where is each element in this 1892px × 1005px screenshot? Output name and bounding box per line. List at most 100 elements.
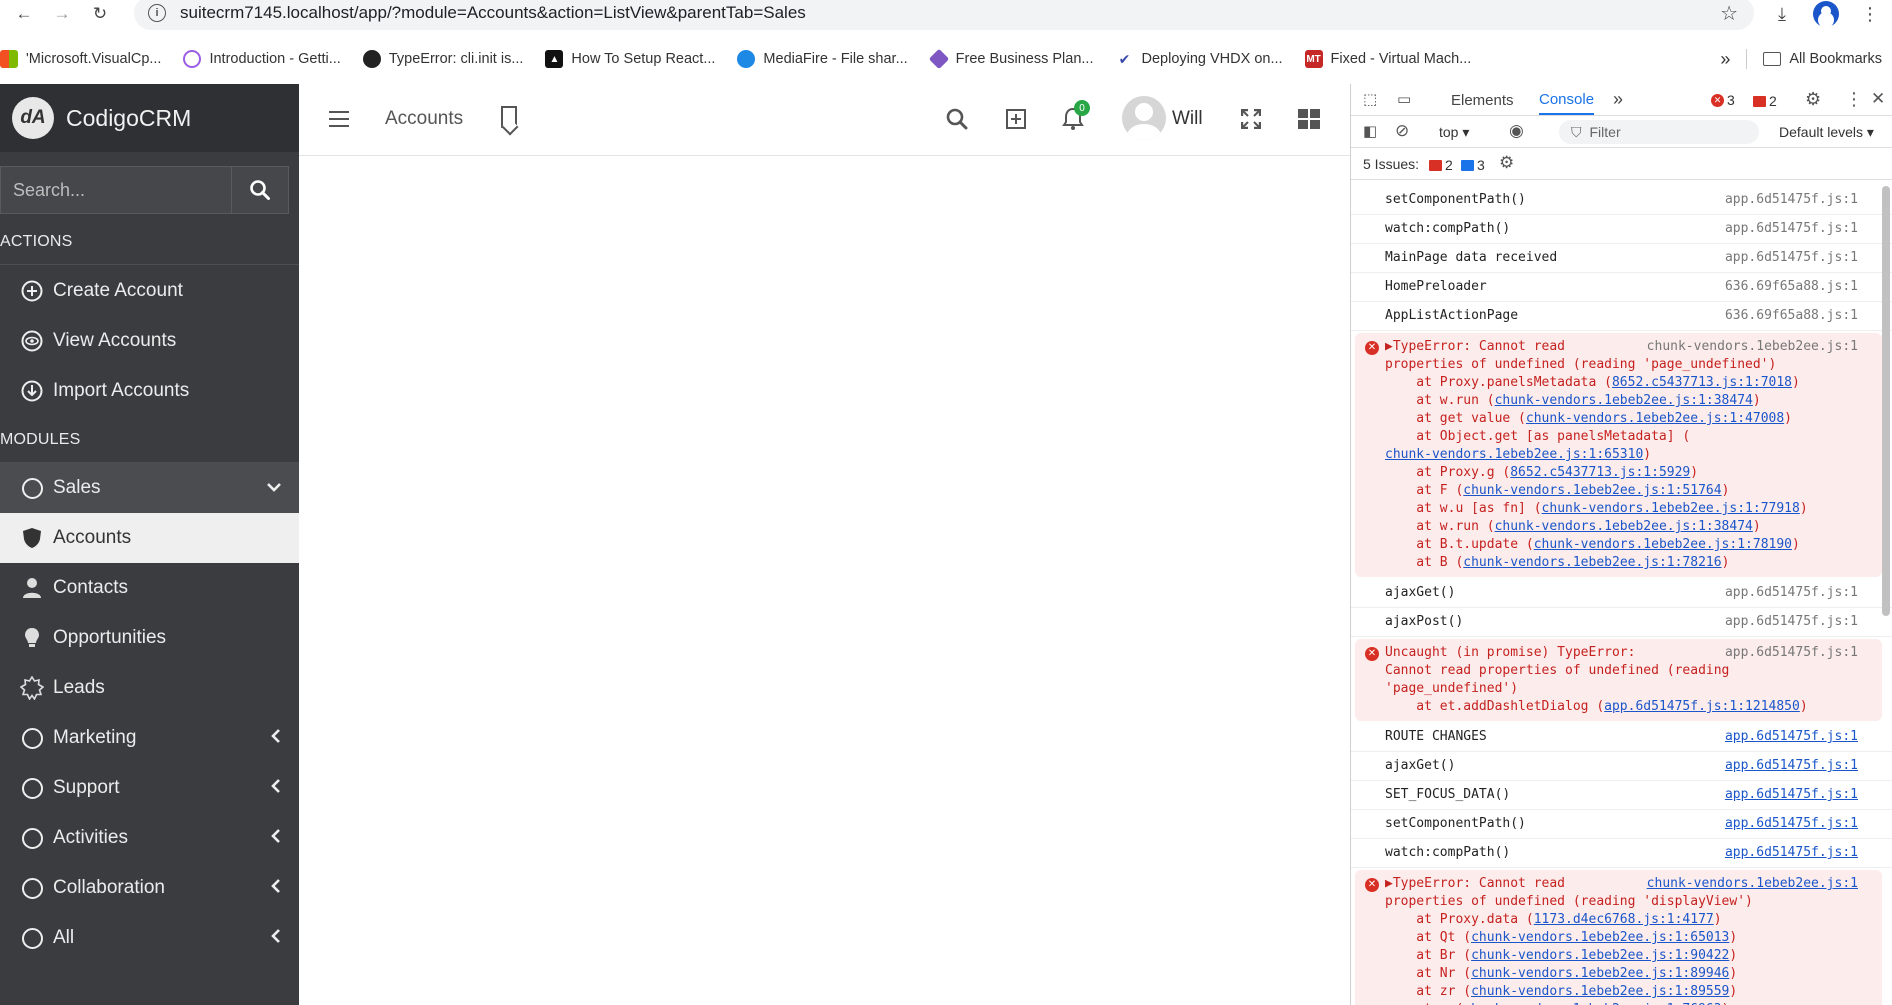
message-source[interactable]: app.6d51475f.js:1	[1725, 191, 1858, 209]
message-source[interactable]: 636.69f65a88.js:1	[1725, 278, 1858, 296]
frame-link[interactable]: 8652.c5437713.js:1:7018	[1612, 375, 1792, 390]
sidebar-item-all[interactable]: All	[0, 913, 299, 963]
grid-icon[interactable]	[1296, 106, 1322, 132]
back-arrow-icon[interactable]: ←	[10, 0, 38, 28]
issues-errors[interactable]: 2	[1429, 157, 1453, 173]
add-square-icon[interactable]	[1003, 106, 1029, 132]
hamburger-menu-icon[interactable]	[329, 111, 349, 127]
tab-elements[interactable]: Elements	[1451, 92, 1514, 109]
action-view-accounts[interactable]: View Accounts	[0, 316, 299, 366]
error-source[interactable]: chunk-vendors.1ebeb2ee.js:1	[1647, 338, 1858, 356]
close-icon[interactable]: ✕	[1871, 89, 1885, 109]
message-source[interactable]: app.6d51475f.js:1	[1725, 728, 1858, 746]
sidebar-item-accounts[interactable]: Accounts	[0, 513, 299, 563]
message-source[interactable]: 636.69f65a88.js:1	[1725, 307, 1858, 325]
bookmark-3[interactable]: TypeError: cli.init is...	[362, 50, 523, 68]
frame-link[interactable]: chunk-vendors.1ebeb2ee.js:1:38474	[1495, 519, 1753, 534]
brand[interactable]: dA CodigoCRM	[0, 84, 299, 152]
clear-console-icon[interactable]: ⊘	[1395, 121, 1409, 141]
browser-menu-icon[interactable]: ⋮	[1848, 4, 1892, 25]
frame-link[interactable]: chunk-vendors.1ebeb2ee.js:1:38474	[1495, 393, 1753, 408]
message-source[interactable]: app.6d51475f.js:1	[1725, 613, 1858, 631]
more-bookmarks-icon[interactable]: »	[1720, 49, 1730, 70]
bookmark-7[interactable]: ✔ Deploying VHDX on...	[1115, 50, 1283, 68]
message-source[interactable]: app.6d51475f.js:1	[1725, 844, 1858, 862]
gear-icon[interactable]: ⚙	[1805, 89, 1821, 110]
frame-link[interactable]: 8652.c5437713.js:1:5929	[1510, 465, 1690, 480]
message-source[interactable]: app.6d51475f.js:1	[1725, 786, 1858, 804]
inspect-icon[interactable]: ⬚	[1363, 90, 1377, 108]
search-input[interactable]: Search...	[0, 166, 232, 214]
frame-link[interactable]: chunk-vendors.1ebeb2ee.js:1:90422	[1471, 948, 1729, 963]
sidebar-item-sales[interactable]: Sales	[0, 463, 299, 513]
message-source[interactable]: app.6d51475f.js:1	[1725, 220, 1858, 238]
message-source[interactable]: app.6d51475f.js:1	[1725, 757, 1858, 775]
reload-icon[interactable]: ↻	[86, 0, 114, 28]
sidebar-item-leads[interactable]: Leads	[0, 663, 299, 713]
action-create-account[interactable]: Create Account	[0, 266, 299, 316]
context-select[interactable]: top ▾	[1439, 124, 1469, 141]
issue-count-badge[interactable]: 2	[1753, 93, 1777, 109]
error-count-badge[interactable]: ✕ 3	[1711, 92, 1735, 108]
bookmark-8[interactable]: MT Fixed - Virtual Mach...	[1304, 50, 1471, 68]
frame-link[interactable]: chunk-vendors.1ebeb2ee.js:1:65013	[1471, 930, 1729, 945]
forward-arrow-icon[interactable]: →	[48, 0, 76, 28]
bookmark-1[interactable]: 'Microsoft.VisualCp...	[0, 50, 161, 68]
device-toolbar-icon[interactable]: ▭	[1397, 90, 1411, 108]
sidebar-item-collaboration[interactable]: Collaboration	[0, 863, 299, 913]
fullscreen-icon[interactable]	[1238, 106, 1264, 132]
sidebar-item-support[interactable]: Support	[0, 763, 299, 813]
frame-link[interactable]: chunk-vendors.1ebeb2ee.js:1:89559	[1471, 984, 1729, 999]
filter-input[interactable]: ⛉ Filter	[1559, 120, 1759, 144]
frame-link[interactable]: chunk-vendors.1ebeb2ee.js:1:78190	[1534, 537, 1792, 552]
more-tabs-icon[interactable]: »	[1613, 89, 1623, 110]
sidebar-item-opportunities[interactable]: Opportunities	[0, 613, 299, 663]
frame-link[interactable]: chunk-vendors.1ebeb2ee.js:1:65310	[1385, 447, 1643, 462]
download-icon[interactable]: ⤓	[1760, 4, 1804, 25]
site-info-icon[interactable]: i	[148, 4, 166, 22]
bookmark-star-icon[interactable]: ☆	[1720, 1, 1738, 26]
frame-link[interactable]: chunk-vendors.1ebeb2ee.js:1:77918	[1542, 501, 1800, 516]
frame-link[interactable]: chunk-vendors.1ebeb2ee.js:1:78216	[1463, 555, 1721, 570]
bookmark-5[interactable]: MediaFire - File shar...	[737, 50, 908, 68]
console-error[interactable]: ✕ ▶TypeError: Cannot read chunk-vendors.…	[1355, 870, 1882, 1005]
tab-console[interactable]: Console	[1539, 84, 1595, 115]
error-source[interactable]: app.6d51475f.js:1	[1725, 644, 1858, 662]
page-title[interactable]: Accounts	[385, 108, 463, 130]
bookmark-6[interactable]: Free Business Plan...	[928, 48, 1094, 70]
console-scrollbar[interactable]	[1882, 186, 1890, 616]
console-error[interactable]: ✕ ▶TypeError: Cannot read chunk-vendors.…	[1355, 333, 1882, 577]
frame-link[interactable]: app.6d51475f.js:1:1214850	[1604, 699, 1800, 714]
message-source[interactable]: app.6d51475f.js:1	[1725, 584, 1858, 602]
user-name[interactable]: Will	[1172, 108, 1203, 130]
message-source[interactable]: app.6d51475f.js:1	[1725, 249, 1858, 267]
bookmark-2[interactable]: Introduction - Getti...	[183, 50, 341, 68]
console-error[interactable]: ✕ Uncaught (in promise) TypeError: app.6…	[1355, 639, 1882, 721]
avatar[interactable]	[1122, 96, 1166, 140]
error-source[interactable]: chunk-vendors.1ebeb2ee.js:1	[1647, 875, 1858, 893]
eye-icon[interactable]: ◉	[1509, 121, 1524, 141]
bookmark-4[interactable]: ▲ How To Setup React...	[545, 50, 715, 68]
sidebar-item-activities[interactable]: Activities	[0, 813, 299, 863]
search-button[interactable]	[232, 166, 289, 214]
search-icon[interactable]	[944, 106, 970, 132]
gear-icon[interactable]: ⚙	[1499, 153, 1514, 173]
issues-info[interactable]: 3	[1461, 157, 1485, 173]
flow-icon	[183, 50, 202, 68]
frame-link[interactable]: chunk-vendors.1ebeb2ee.js:1:89946	[1471, 966, 1729, 981]
bell-icon[interactable]: 0	[1060, 100, 1090, 132]
frame-link[interactable]: 1173.d4ec6768.js:1:4177	[1534, 912, 1714, 927]
sidebar-item-contacts[interactable]: Contacts	[0, 563, 299, 613]
kebab-menu-icon[interactable]: ⋮	[1845, 89, 1863, 110]
frame-link[interactable]: chunk-vendors.1ebeb2ee.js:1:51764	[1463, 483, 1721, 498]
all-bookmarks-link[interactable]: All Bookmarks	[1789, 51, 1882, 67]
frame-link[interactable]: chunk-vendors.1ebeb2ee.js:1:47008	[1526, 411, 1784, 426]
sidebar-item-marketing[interactable]: Marketing	[0, 713, 299, 763]
action-import-accounts[interactable]: Import Accounts	[0, 366, 299, 416]
sidebar-toggle-icon[interactable]: ◧	[1363, 122, 1377, 140]
log-levels-select[interactable]: Default levels ▾	[1779, 124, 1874, 141]
profile-icon[interactable]	[1804, 1, 1848, 27]
bookmark-icon[interactable]	[501, 106, 517, 128]
message-source[interactable]: app.6d51475f.js:1	[1725, 815, 1858, 833]
address-bar[interactable]: i suitecrm7145.localhost/app/?module=Acc…	[134, 0, 1754, 30]
